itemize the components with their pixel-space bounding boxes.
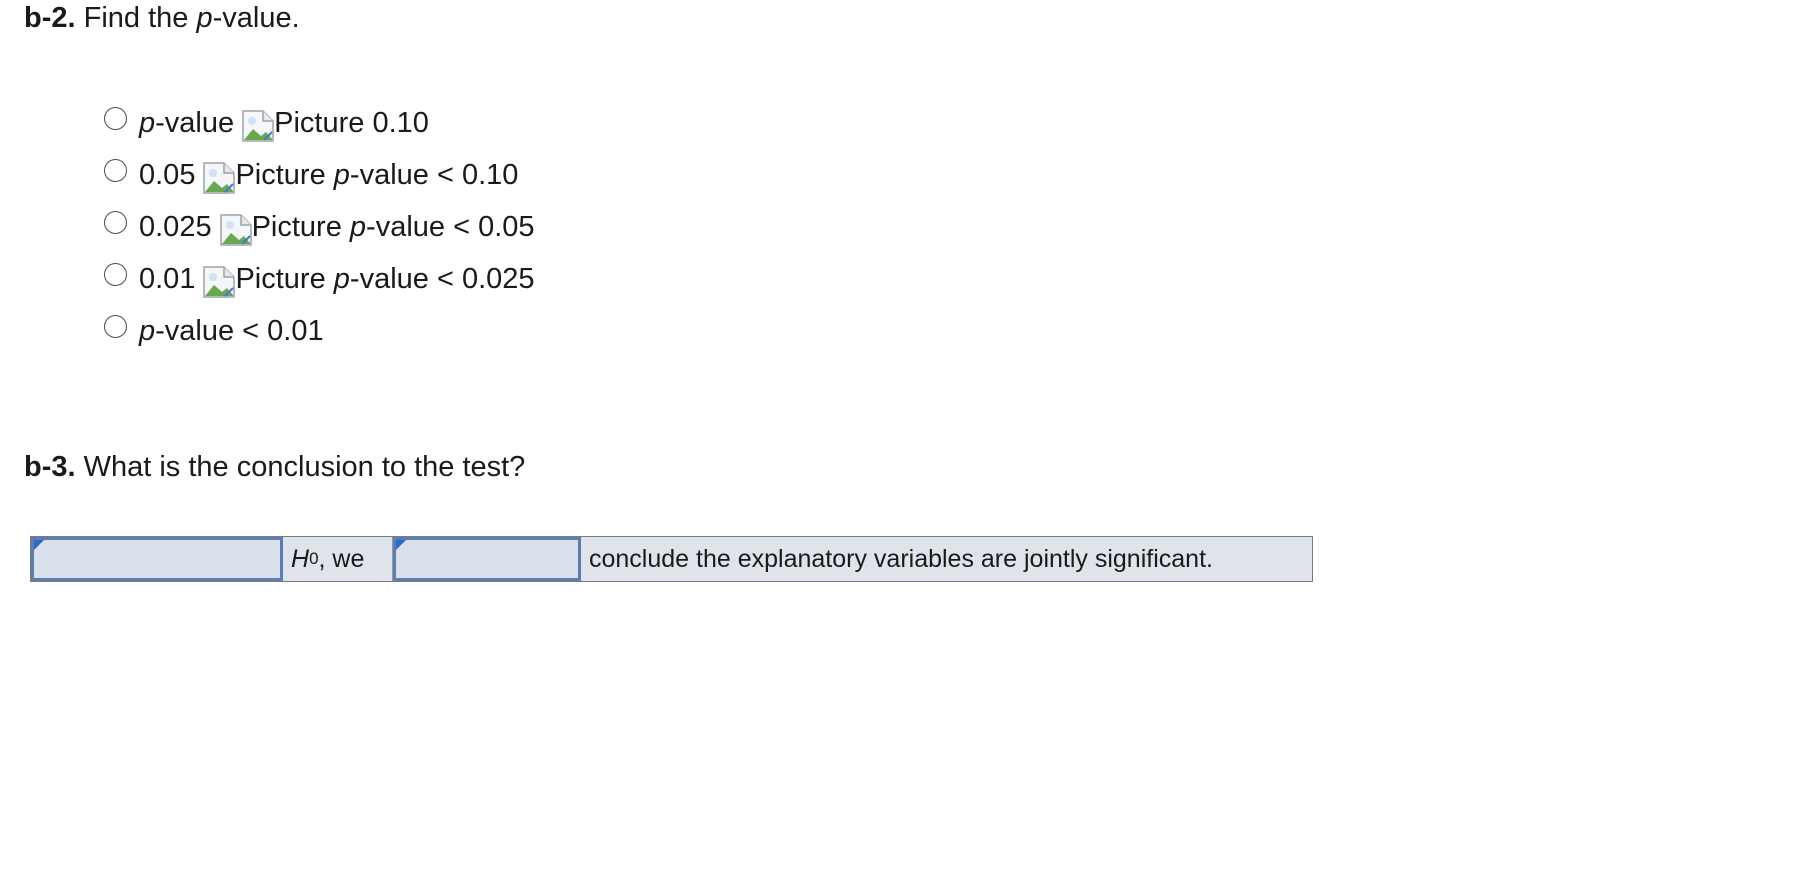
option-2[interactable]: 0.05 Picture p -value < 0.10 <box>104 152 535 204</box>
image-alt-text: Picture <box>274 107 365 139</box>
p-variable: p <box>333 263 350 295</box>
option-text: -value <box>155 107 235 139</box>
h-variable: H <box>291 544 310 573</box>
can-conclude-dropdown[interactable] <box>393 537 581 581</box>
conclusion-text: conclude the explanatory variables are j… <box>589 544 1213 573</box>
image-alt-text: Picture <box>251 211 342 243</box>
option-text: 0.025 <box>139 211 212 243</box>
prompt-text: Find the <box>83 2 197 34</box>
p-variable: p <box>349 211 367 243</box>
option-text: -value < 0.01 <box>155 315 324 347</box>
conclusion-answer-row: H0, we conclude the explanatory variable… <box>30 536 1313 582</box>
option-text: 0.05 <box>139 159 196 191</box>
broken-image-icon <box>203 162 236 194</box>
option-label: 0.05 Picture p -value < 0.10 <box>139 152 518 198</box>
radio-button[interactable] <box>104 107 127 130</box>
question-number: b-2. <box>24 2 76 34</box>
option-label: p -value Picture 0.10 <box>139 100 429 146</box>
page: b-2. Find the p-value. p -value Picture 0… <box>0 0 1796 894</box>
question-number: b-3. <box>24 451 76 483</box>
option-label: 0.01 Picture p -value < 0.025 <box>139 256 535 302</box>
dropdown-corner-icon <box>396 540 406 550</box>
image-alt-text: Picture <box>235 159 326 191</box>
p-variable: p <box>139 107 156 139</box>
p-variable: p <box>196 2 213 34</box>
option-3[interactable]: 0.025 Picture p -value < 0.05 <box>104 204 535 256</box>
broken-image-icon <box>219 214 252 246</box>
prompt-text-rest: -value. <box>212 2 300 34</box>
p-variable: p <box>333 159 350 191</box>
image-alt-text: Picture <box>235 263 326 295</box>
option-text: 0.01 <box>139 263 196 295</box>
option-5[interactable]: p -value < 0.01 <box>104 308 535 360</box>
p-value-options: p -value Picture 0.10 0.05 Picture p -valu… <box>104 100 535 360</box>
radio-button[interactable] <box>104 263 127 286</box>
broken-image-icon <box>242 110 274 142</box>
h0-label-cell: H0, we <box>283 537 393 581</box>
radio-button[interactable] <box>104 159 127 182</box>
question-b2-heading: b-2. Find the p-value. <box>24 0 300 36</box>
question-b3-heading: b-3. What is the conclusion to the test? <box>24 449 525 485</box>
option-1[interactable]: p -value Picture 0.10 <box>104 100 535 152</box>
option-text: -value < 0.05 <box>366 211 535 243</box>
option-label: 0.025 Picture p -value < 0.05 <box>139 204 535 250</box>
option-text: -value < 0.10 <box>349 159 519 191</box>
option-text: 0.10 <box>372 107 429 139</box>
option-4[interactable]: 0.01 Picture p -value < 0.025 <box>104 256 535 308</box>
p-variable: p <box>139 315 156 347</box>
reject-decision-dropdown[interactable] <box>31 537 283 581</box>
option-label: p -value < 0.01 <box>139 308 324 354</box>
option-text: -value < 0.025 <box>349 263 535 295</box>
conclusion-text-cell: conclude the explanatory variables are j… <box>581 537 1312 581</box>
radio-button[interactable] <box>104 211 127 234</box>
h-subscript: 0 <box>309 549 319 568</box>
radio-button[interactable] <box>104 315 127 338</box>
prompt-text: What is the conclusion to the test? <box>83 451 526 483</box>
dropdown-corner-icon <box>34 540 44 550</box>
h0-label-rest: , we <box>318 544 365 573</box>
broken-image-icon <box>203 266 236 298</box>
